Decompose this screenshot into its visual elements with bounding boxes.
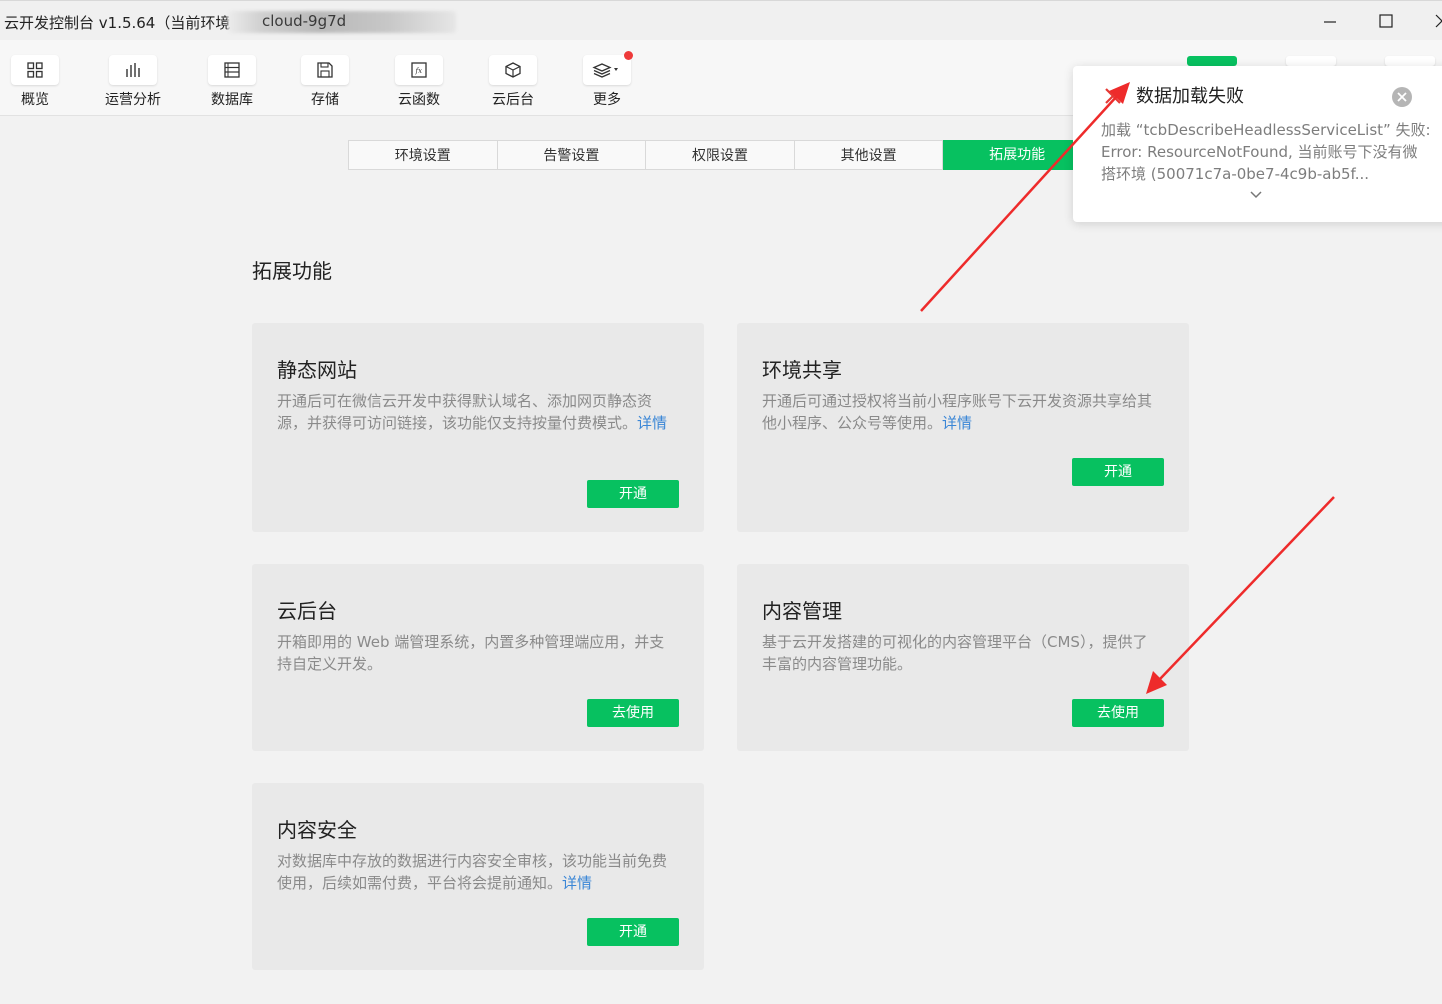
- cube-icon: [489, 55, 537, 85]
- toolbar-label: 概览: [21, 92, 49, 108]
- enable-content-security-button[interactable]: 开通: [587, 918, 679, 946]
- toolbar-storage[interactable]: 存储: [290, 55, 360, 109]
- tab-extensions[interactable]: 拓展功能: [943, 140, 1091, 170]
- minimize-icon: [1324, 21, 1336, 23]
- maximize-icon: [1379, 14, 1393, 28]
- svg-text:fx: fx: [415, 67, 423, 75]
- card-title: 静态网站: [277, 358, 357, 382]
- tab-env-settings[interactable]: 环境设置: [349, 141, 498, 169]
- minimize-button[interactable]: [1316, 9, 1344, 33]
- close-icon: [1435, 14, 1442, 28]
- card-static-site: 静态网站 开通后可在微信云开发中获得默认域名、添加网页静态资源，并获得可访问链接…: [252, 323, 704, 532]
- close-notification-icon[interactable]: [1391, 86, 1413, 108]
- card-description: 开通后可通过授权将当前小程序账号下云开发资源共享给其他小程序、公众号等使用。详情: [762, 392, 1153, 432]
- card-title: 内容管理: [762, 599, 842, 623]
- tab-alert-settings[interactable]: 告警设置: [497, 141, 647, 169]
- card-title: 环境共享: [762, 358, 842, 382]
- database-icon: [208, 55, 256, 85]
- close-window-button[interactable]: [1428, 9, 1442, 33]
- toolbar-right-button[interactable]: [1286, 56, 1336, 66]
- details-link[interactable]: 详情: [942, 414, 972, 432]
- enable-env-share-button[interactable]: 开通: [1072, 458, 1164, 486]
- error-message: 加载 “tcbDescribeHeadlessServiceList” 失败: …: [1101, 121, 1431, 183]
- card-env-share: 环境共享 开通后可通过授权将当前小程序账号下云开发资源共享给其他小程序、公众号等…: [737, 323, 1189, 532]
- page-title: 拓展功能: [252, 259, 332, 283]
- details-link[interactable]: 详情: [637, 414, 667, 432]
- toolbar-more[interactable]: 更多: [572, 51, 642, 109]
- tab-other-settings[interactable]: 其他设置: [794, 141, 944, 169]
- toolbar-label: 数据库: [211, 92, 253, 108]
- card-description: 对数据库中存放的数据进行内容安全审核，该功能当前免费使用，后续如需付费，平台将会…: [277, 852, 668, 892]
- maximize-button[interactable]: [1372, 9, 1400, 33]
- toolbar-label: 运营分析: [105, 92, 161, 108]
- error-notification: 数据加载失败 加载 “tcbDescribeHeadlessServiceLis…: [1073, 66, 1442, 222]
- notification-dot: [624, 51, 633, 60]
- save-icon: [301, 55, 349, 85]
- card-description: 开通后可在微信云开发中获得默认域名、添加网页静态资源，并获得可访问链接，该功能仅…: [277, 392, 668, 432]
- toolbar-label: 云后台: [492, 92, 534, 108]
- toolbar-label: 云函数: [398, 92, 440, 108]
- error-title: 数据加载失败: [1136, 86, 1244, 107]
- card-content-security: 内容安全 对数据库中存放的数据进行内容安全审核，该功能当前免费使用，后续如需付费…: [252, 783, 704, 970]
- toolbar-cloud-backend[interactable]: 云后台: [478, 55, 548, 109]
- toolbar-label: 更多: [593, 92, 621, 108]
- window-title: 云开发控制台 v1.5.64（当前环境: [4, 14, 231, 32]
- bar-chart-icon: [109, 55, 157, 85]
- toolbar-functions[interactable]: fx 云函数: [384, 55, 454, 109]
- card-title: 内容安全: [277, 818, 357, 842]
- card-title: 云后台: [277, 599, 337, 623]
- function-icon: fx: [395, 55, 443, 85]
- error-x-icon: [1105, 88, 1121, 104]
- env-id-partial: cloud-9g7d: [262, 12, 347, 30]
- toolbar-right-green-button[interactable]: [1187, 56, 1237, 66]
- details-link[interactable]: 详情: [562, 874, 592, 892]
- use-cms-button[interactable]: 去使用: [1072, 699, 1164, 727]
- window-titlebar: 云开发控制台 v1.5.64（当前环境 cloud-9g7d: [0, 0, 1442, 40]
- enable-static-site-button[interactable]: 开通: [587, 480, 679, 508]
- card-description: 基于云开发搭建的可视化的内容管理平台（CMS），提供了丰富的内容管理功能。: [762, 633, 1148, 673]
- toolbar-overview[interactable]: 概览: [0, 55, 70, 109]
- expand-chevron-icon[interactable]: [1249, 190, 1263, 200]
- toolbar-right-button[interactable]: [1385, 56, 1435, 66]
- use-cloud-backend-button[interactable]: 去使用: [587, 699, 679, 727]
- grid-icon: [11, 55, 59, 85]
- card-description: 开箱即用的 Web 端管理系统，内置多种管理端应用，并支持自定义开发。: [277, 633, 665, 673]
- layers-icon: [583, 51, 633, 85]
- settings-tabs: 环境设置 告警设置 权限设置 其他设置 拓展功能: [348, 140, 1092, 170]
- toolbar-analytics[interactable]: 运营分析: [98, 55, 168, 109]
- toolbar-database[interactable]: 数据库: [197, 55, 267, 109]
- toolbar-label: 存储: [311, 92, 339, 108]
- card-cloud-backend: 云后台 开箱即用的 Web 端管理系统，内置多种管理端应用，并支持自定义开发。 …: [252, 564, 704, 751]
- tab-permission-settings[interactable]: 权限设置: [646, 141, 795, 169]
- card-cms: 内容管理 基于云开发搭建的可视化的内容管理平台（CMS），提供了丰富的内容管理功…: [737, 564, 1189, 751]
